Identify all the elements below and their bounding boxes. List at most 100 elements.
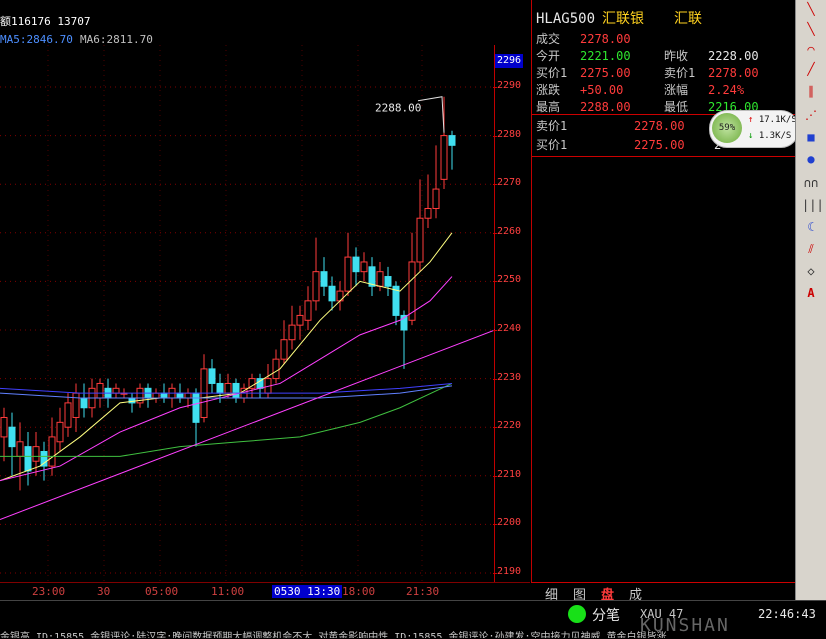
- order-book-price: 2275.00: [634, 138, 685, 152]
- price-tick: 2280: [497, 128, 522, 140]
- line-tool-icon[interactable]: ╲: [802, 0, 820, 18]
- price-tick: 2290: [497, 80, 522, 91]
- arc-tool-icon[interactable]: ⌒: [802, 40, 820, 58]
- price-tick: 2220: [497, 420, 522, 432]
- download-speed: 1.3K/S: [758, 131, 792, 141]
- vertical-lines-tool-icon[interactable]: |||: [802, 196, 824, 214]
- quote-label: 今开: [536, 49, 561, 63]
- quote-row: 涨跌 +50.00 涨幅 2.24%: [536, 82, 794, 99]
- price-tick: 2230: [497, 371, 522, 383]
- tick-label[interactable]: 分笔: [592, 605, 620, 625]
- arrow-down-icon: ↓: [748, 131, 754, 141]
- ellipse-tool-icon[interactable]: ●: [802, 150, 820, 168]
- price-tick-mark: [493, 330, 497, 331]
- text-tool-icon[interactable]: A: [802, 284, 820, 302]
- candle-body: [96, 382, 104, 399]
- candle-body: [272, 358, 280, 380]
- quote-panel: HLAG500 汇联银 汇联 成交 2278.00 今开 2221.00 昨收 2228.…: [531, 0, 796, 583]
- price-tick: 2270: [497, 177, 522, 189]
- price-tick-mark: [493, 87, 497, 88]
- connection-status-icon: [568, 605, 586, 623]
- time-axis: [0, 582, 530, 601]
- price-tick-mark: [493, 573, 497, 574]
- candle-body: [56, 421, 64, 443]
- candle-body: [72, 392, 80, 418]
- time-tick: 11:00: [211, 585, 245, 598]
- order-book-price: 2278.00: [634, 119, 685, 133]
- candle-body: [296, 314, 304, 326]
- top-price-box: 2296: [495, 54, 523, 68]
- symbol: HLAG500: [536, 11, 596, 27]
- ray-tool-icon[interactable]: ╲: [802, 20, 820, 38]
- price-tick: 2250: [497, 274, 522, 286]
- price-tick: 2240: [497, 323, 522, 334]
- candle-body: [232, 382, 240, 399]
- price-tick: 2210: [497, 468, 522, 480]
- time-tick: 05:00: [145, 585, 179, 598]
- price-tick: 2200: [497, 517, 522, 529]
- price-tick: 2260: [497, 225, 522, 237]
- candle-body: [16, 441, 24, 457]
- candle-body: [280, 339, 288, 360]
- candle-body: [0, 416, 8, 438]
- price-tick-mark: [493, 184, 497, 186]
- eraser-tool-icon[interactable]: ◇: [802, 262, 820, 280]
- candle-body: [312, 271, 320, 302]
- candle-body: [288, 324, 296, 341]
- candle-body: [224, 382, 232, 394]
- order-book-label: 买价1: [536, 138, 568, 152]
- quote-label: 买价1: [536, 66, 568, 80]
- order-book-label: 卖价1: [536, 119, 568, 133]
- upload-speed: 17.1K/S: [758, 115, 797, 125]
- candle-body: [360, 261, 368, 273]
- trend-tool-icon[interactable]: ╱: [802, 60, 820, 78]
- name-secondary: 汇联: [674, 11, 702, 27]
- price-tick-mark: [493, 135, 497, 137]
- news-ticker[interactable]: 金银高 ID:15855 金银评论:陆汉字:晚间数据预期大幅调整机会不大,对黄金…: [0, 628, 826, 638]
- candle-body: [432, 188, 440, 209]
- quote-value: 2221.00: [580, 49, 631, 63]
- quote-label: 成交: [536, 32, 561, 46]
- divider: [532, 156, 796, 157]
- candle-body: [440, 135, 448, 180]
- parallel-tool-icon[interactable]: ⫽: [802, 240, 820, 258]
- time-tick: 18:00: [342, 585, 376, 598]
- speed-percent: 59%: [712, 113, 742, 143]
- candle-body: [328, 285, 336, 302]
- fan-tool-icon[interactable]: ⋰: [802, 106, 820, 124]
- candle-body: [208, 368, 216, 384]
- arrow-up-icon: ↑: [748, 115, 754, 125]
- quote-label: 卖价1: [664, 66, 696, 80]
- candle-body: [304, 300, 312, 321]
- candle-body: [8, 426, 16, 448]
- cycle-tool-icon[interactable]: ∩∩: [802, 174, 820, 192]
- channel-tool-icon[interactable]: ∥: [802, 82, 820, 100]
- price-tick-mark: [493, 524, 497, 526]
- candle-body: [384, 276, 392, 287]
- rectangle-tool-icon[interactable]: ■: [802, 128, 820, 146]
- price-tick: 2190: [497, 566, 522, 577]
- candle-body: [320, 271, 328, 287]
- quote-value: +50.00: [580, 83, 624, 97]
- candle-body: [152, 392, 160, 399]
- time-tick: 21:30: [406, 585, 440, 598]
- quote-label: 昨收: [664, 49, 689, 63]
- price-tick-mark: [493, 232, 497, 234]
- candle-body: [176, 392, 184, 399]
- moon-tool-icon[interactable]: ☾: [802, 218, 820, 236]
- price-tick-mark: [493, 475, 497, 477]
- candle-body: [160, 392, 168, 399]
- quote-label: 涨跌: [536, 83, 561, 97]
- candle-body: [32, 446, 40, 462]
- candle-body: [216, 382, 224, 394]
- candlestick-chart[interactable]: 2288.00: [0, 0, 495, 583]
- quote-row: 成交 2278.00: [536, 31, 794, 48]
- quote-value: 2278.00: [580, 32, 631, 46]
- candle-body: [376, 271, 384, 287]
- time-tick: 0530 13:30: [272, 585, 343, 598]
- candle-body: [448, 135, 456, 146]
- time-tick: 30: [97, 585, 111, 598]
- candle-body: [64, 402, 72, 428]
- quote-row: 今开 2221.00 昨收 2228.00: [536, 48, 794, 65]
- high-marker-line: [417, 96, 445, 133]
